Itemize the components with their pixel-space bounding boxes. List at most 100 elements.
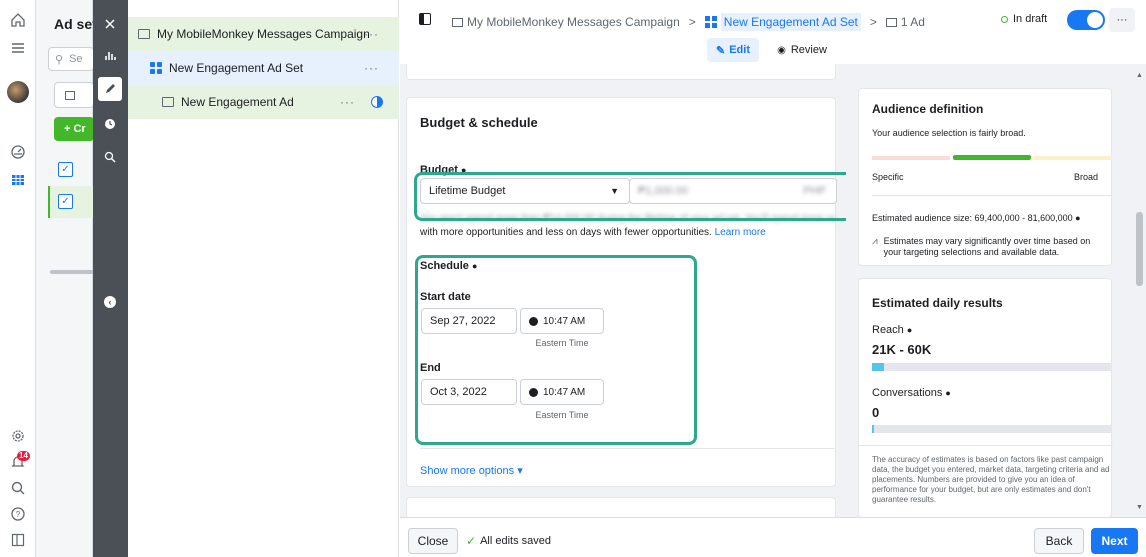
header-checkbox[interactable]: ✓ <box>58 162 73 177</box>
settings-icon[interactable] <box>0 424 36 448</box>
top-bar: My MobileMonkey Messages Campaign > New … <box>400 0 1146 62</box>
campaign-name: My MobileMonkey Messages Campaign <box>157 27 370 41</box>
save-status: ✓ All edits saved <box>466 534 551 548</box>
meter-specific-label: Specific <box>872 172 904 182</box>
trend-icon: ⩘ <box>872 236 878 247</box>
ad-sets-pane: Ad sets ⚲ Se + Cr ✓ ✓ <box>36 0 94 557</box>
budget-hint-text: with more opportunities and less on days… <box>420 227 712 238</box>
campaign-more-icon[interactable]: ··· <box>364 27 379 41</box>
tree-row-ad[interactable]: New Engagement Ad ··· <box>128 85 399 119</box>
svg-text:?: ? <box>16 510 21 519</box>
search-icon[interactable] <box>0 476 36 500</box>
breadcrumb-separator: > <box>869 15 877 29</box>
ad-icon <box>162 97 174 107</box>
show-more-options-link[interactable]: Show more options ▾ <box>420 464 523 477</box>
draft-toggle[interactable] <box>1067 10 1105 30</box>
panel-toggle-icon[interactable] <box>0 528 36 552</box>
audience-desc: Your audience selection is fairly broad. <box>872 128 1026 138</box>
divider <box>872 195 1112 196</box>
reach-value: 21K - 60K <box>872 342 932 357</box>
audience-note: ⩘ Estimates may vary significantly over … <box>872 236 1107 258</box>
avatar[interactable] <box>0 80 36 104</box>
meter-broad-label: Broad <box>1073 172 1098 182</box>
breadcrumb-campaign-icon <box>452 17 463 27</box>
more-options-button[interactable]: ··· <box>1109 8 1135 32</box>
scroll-thumb <box>1136 212 1143 286</box>
ad-sets-title: Ad sets <box>54 16 94 32</box>
pencil-icon[interactable] <box>98 77 122 101</box>
home-icon[interactable] <box>0 8 36 32</box>
adset-grid-icon <box>150 62 162 74</box>
eye-icon: ◉ <box>777 44 786 56</box>
reach-bar-fill <box>872 363 884 371</box>
budget-highlight <box>414 172 856 221</box>
audience-meter <box>872 155 1112 160</box>
sidebar-toggle-icon[interactable] <box>419 13 431 25</box>
audience-note-text: Estimates may vary significantly over ti… <box>883 236 1091 257</box>
chart-icon[interactable] <box>98 43 122 67</box>
breadcrumb-adset[interactable]: New Engagement Ad Set <box>720 13 861 31</box>
learn-more-link[interactable]: Learn more <box>715 227 766 238</box>
breadcrumb-separator: > <box>688 15 696 29</box>
breadcrumb-ad-icon <box>885 17 897 27</box>
vertical-scrollbar[interactable]: ▲ ▼ <box>1133 64 1146 517</box>
edit-label: Edit <box>729 44 750 56</box>
gauge-icon[interactable] <box>0 140 36 164</box>
info-icon: ● <box>1075 213 1081 223</box>
review-tab[interactable]: ◉ Review <box>770 38 834 62</box>
conversations-bar <box>872 425 1112 433</box>
notifications-icon[interactable]: 14 <box>0 450 36 474</box>
next-button[interactable]: Next <box>1091 528 1138 554</box>
audience-size: Estimated audience size: 69,400,000 - 81… <box>872 213 1081 223</box>
bottom-bar: Close ✓ All edits saved Back Next <box>400 517 1146 557</box>
draft-dot-icon <box>1001 15 1008 23</box>
draft-label: In draft <box>1013 13 1048 25</box>
info-icon: ● <box>945 388 951 398</box>
folder-button[interactable] <box>54 82 94 108</box>
tree-row-adset[interactable]: New Engagement Ad Set ··· <box>128 51 399 85</box>
status-contrast-icon[interactable] <box>371 96 383 108</box>
collapse-icon[interactable]: ‹ <box>98 290 122 314</box>
daily-title: Estimated daily results <box>872 296 1003 310</box>
campaign-tree: My MobileMonkey Messages Campaign ··· Ne… <box>128 0 399 557</box>
edit-tab[interactable]: ✎ Edit <box>707 38 759 62</box>
horizontal-scrollbar[interactable] <box>50 270 94 274</box>
search-placeholder: Se <box>69 53 83 65</box>
daily-note: The accuracy of estimates is based on fa… <box>872 455 1110 504</box>
ad-name: New Engagement Ad <box>181 95 294 109</box>
close-icon[interactable] <box>98 12 122 36</box>
reach-label: Reach ● <box>872 324 913 336</box>
search-input[interactable]: ⚲ Se <box>48 47 94 71</box>
draft-status: In draft <box>1001 13 1047 25</box>
scroll-up-icon: ▲ <box>1136 72 1143 79</box>
review-label: Review <box>790 44 827 56</box>
previous-card <box>406 64 836 80</box>
clock-icon[interactable] <box>98 112 122 136</box>
tree-row-campaign[interactable]: My MobileMonkey Messages Campaign ··· <box>128 17 399 51</box>
budget-schedule-title: Budget & schedule <box>420 115 538 130</box>
adset-name: New Engagement Ad Set <box>169 61 304 75</box>
close-button[interactable]: Close <box>408 528 458 554</box>
toggle-knob <box>1087 12 1103 28</box>
tool-strip: ‹ <box>93 0 128 557</box>
row-checkbox[interactable]: ✓ <box>58 194 73 209</box>
zoom-chart-icon[interactable] <box>98 145 122 169</box>
create-button[interactable]: + Cr <box>54 117 94 141</box>
help-icon[interactable]: ? <box>0 502 36 526</box>
folder-icon <box>65 90 75 100</box>
ad-more-icon[interactable]: ··· <box>340 95 355 109</box>
back-button[interactable]: Back <box>1034 528 1084 554</box>
divider <box>859 445 1113 446</box>
reach-bar <box>872 363 1112 371</box>
breadcrumb-ad[interactable]: 1 Ad <box>901 15 925 29</box>
divider <box>420 448 835 449</box>
breadcrumb-adset-icon <box>704 16 717 28</box>
conversations-bar-fill <box>872 425 875 433</box>
scroll-down-icon: ▼ <box>1136 504 1143 511</box>
notification-badge: 14 <box>17 451 30 461</box>
audience-definition-card: Audience definition Your audience select… <box>858 88 1112 266</box>
menu-icon[interactable] <box>0 36 36 60</box>
adset-more-icon[interactable]: ··· <box>364 61 379 75</box>
grid-table-icon[interactable] <box>0 168 36 192</box>
breadcrumb-campaign[interactable]: My MobileMonkey Messages Campaign <box>467 15 680 29</box>
